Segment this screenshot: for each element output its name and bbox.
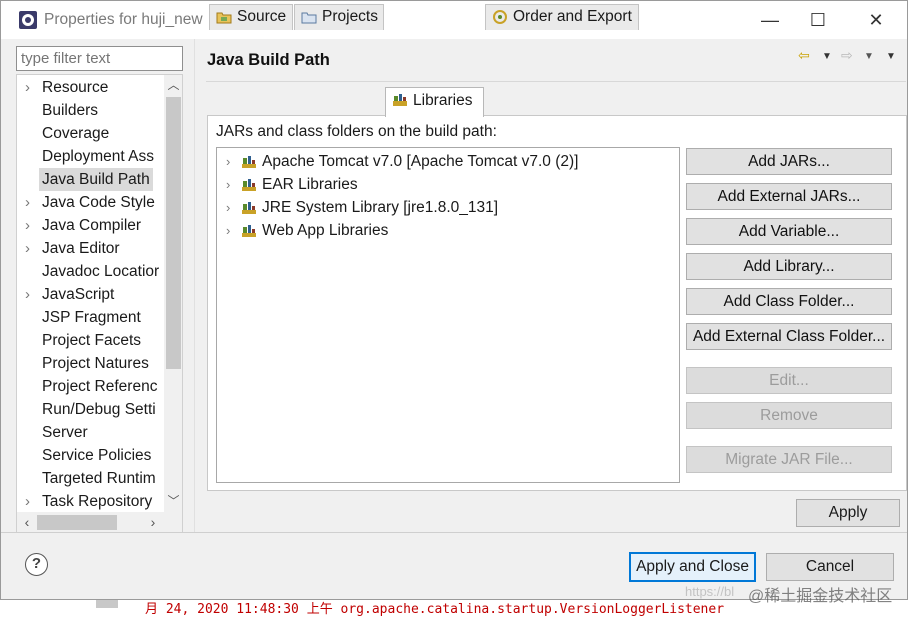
tab-projects[interactable]: Projects bbox=[294, 4, 384, 30]
tree-item-label: Java Code Style bbox=[42, 194, 155, 211]
tree-item-label: Targeted Runtim bbox=[42, 470, 156, 487]
tree-item-label: Coverage bbox=[42, 125, 110, 142]
tab-source[interactable]: Source bbox=[209, 4, 293, 30]
chevron-right-icon[interactable]: › bbox=[226, 150, 230, 173]
chevron-right-icon[interactable]: › bbox=[226, 196, 230, 219]
chevron-right-icon[interactable]: › bbox=[25, 237, 30, 260]
library-label: Web App Libraries bbox=[262, 222, 389, 239]
library-row[interactable]: › Apache Tomcat v7.0 [Apache Tomcat v7.0 … bbox=[217, 150, 677, 173]
tree-item-label: Resource bbox=[42, 79, 109, 96]
chevron-right-icon[interactable]: › bbox=[25, 214, 30, 237]
watermark: @稀土掘金技术社区 bbox=[748, 588, 893, 605]
tree-item-label: JavaScript bbox=[42, 286, 115, 303]
tree-item-label: Javadoc Locatior bbox=[42, 263, 160, 280]
add-external-class-folder-button[interactable]: Add External Class Folder... bbox=[686, 323, 892, 350]
order-export-icon bbox=[493, 10, 507, 24]
tree-item-label: Java Build Path bbox=[39, 168, 153, 191]
history-navigation: ⇦ ▼ ⇨ ▼ ▼ bbox=[796, 47, 901, 69]
help-icon[interactable]: ? bbox=[25, 553, 48, 576]
close-icon: ✕ bbox=[868, 9, 884, 30]
tree-item-label: Project Natures bbox=[42, 355, 149, 372]
eclipse-icon bbox=[19, 11, 37, 29]
libraries-panel: JARs and class folders on the build path… bbox=[207, 115, 907, 491]
library-row[interactable]: › JRE System Library [jre1.8.0_131] bbox=[217, 196, 677, 219]
chevron-right-icon[interactable]: › bbox=[226, 173, 230, 196]
tree-item-label: Task Repository bbox=[42, 493, 153, 510]
library-label: JRE System Library [jre1.8.0_131] bbox=[262, 199, 499, 216]
library-icon bbox=[242, 179, 256, 191]
scroll-right-icon[interactable]: › bbox=[143, 512, 163, 532]
scroll-down-icon[interactable]: ﹀ bbox=[164, 491, 182, 511]
forward-arrow-icon[interactable]: ⇨ bbox=[841, 47, 853, 64]
header-separator bbox=[206, 81, 906, 82]
library-icon bbox=[242, 156, 256, 168]
add-library-button[interactable]: Add Library... bbox=[686, 253, 892, 280]
tree-item-label: Run/Debug Setti bbox=[42, 401, 156, 418]
forward-dropdown-icon[interactable]: ▼ bbox=[864, 51, 874, 62]
tab-order-and-export[interactable]: Order and Export bbox=[485, 4, 639, 30]
tree-item-label: Java Compiler bbox=[42, 217, 142, 234]
minimize-icon: — bbox=[761, 9, 779, 30]
tree-item-label: Builders bbox=[42, 102, 98, 119]
add-external-jars-button[interactable]: Add External JARs... bbox=[686, 183, 892, 210]
tree-item-label: Deployment Ass bbox=[42, 148, 154, 165]
tree-item-label: Project Facets bbox=[42, 332, 142, 349]
back-dropdown-icon[interactable]: ▼ bbox=[822, 51, 832, 62]
chevron-right-icon[interactable]: › bbox=[25, 76, 30, 99]
library-icon bbox=[242, 225, 256, 237]
apply-button[interactable]: Apply bbox=[796, 499, 900, 527]
edit-button[interactable]: Edit... bbox=[686, 367, 892, 394]
tree-item-label: Java Editor bbox=[42, 240, 120, 257]
add-class-folder-button[interactable]: Add Class Folder... bbox=[686, 288, 892, 315]
library-row[interactable]: › EAR Libraries bbox=[217, 173, 677, 196]
scroll-thumb[interactable] bbox=[166, 97, 181, 369]
cancel-button[interactable]: Cancel bbox=[766, 553, 894, 581]
title-bar: Properties for huji_new — ☐ ✕ bbox=[1, 1, 907, 39]
watermark-url: https://bl bbox=[685, 584, 735, 599]
projects-icon bbox=[301, 12, 317, 24]
back-arrow-icon[interactable]: ⇦ bbox=[798, 47, 810, 64]
chevron-right-icon[interactable]: › bbox=[226, 219, 230, 242]
minimize-button[interactable]: — bbox=[747, 1, 793, 39]
properties-tree[interactable]: › Resource Builders Coverage Deployment Ass J… bbox=[16, 74, 183, 533]
chevron-right-icon[interactable]: › bbox=[25, 490, 30, 513]
window-title: Properties for huji_new bbox=[44, 11, 203, 28]
add-variable-button[interactable]: Add Variable... bbox=[686, 218, 892, 245]
libraries-icon bbox=[393, 94, 407, 106]
library-row[interactable]: › Web App Libraries bbox=[217, 219, 677, 242]
page-title: Java Build Path bbox=[207, 51, 330, 69]
library-tree[interactable]: › Apache Tomcat v7.0 [Apache Tomcat v7.0 … bbox=[216, 147, 680, 483]
maximize-icon: ☐ bbox=[809, 9, 827, 30]
scroll-up-icon[interactable]: ︿ bbox=[164, 75, 182, 95]
background-strip bbox=[96, 600, 118, 608]
library-icon bbox=[242, 202, 256, 214]
panel-caption: JARs and class folders on the build path… bbox=[216, 123, 497, 140]
chevron-right-icon[interactable]: › bbox=[25, 283, 30, 306]
source-folder-icon bbox=[216, 12, 232, 24]
footer-separator bbox=[1, 532, 907, 533]
migrate-jar-button[interactable]: Migrate JAR File... bbox=[686, 446, 892, 473]
tree-vertical-scrollbar[interactable]: ︿ ﹀ bbox=[164, 75, 182, 512]
tree-item-label: JSP Fragment bbox=[42, 309, 141, 326]
tree-horizontal-scrollbar[interactable]: ‹ › bbox=[17, 512, 182, 532]
maximize-button[interactable]: ☐ bbox=[795, 1, 841, 39]
tree-item-label: Server bbox=[42, 424, 88, 441]
filter-input[interactable] bbox=[16, 46, 183, 71]
properties-dialog: Properties for huji_new — ☐ ✕ › Resource B… bbox=[0, 0, 908, 600]
library-label: Apache Tomcat v7.0 [Apache Tomcat v7.0 (… bbox=[262, 153, 579, 170]
pane-divider[interactable] bbox=[194, 39, 195, 533]
close-button[interactable]: ✕ bbox=[853, 1, 899, 39]
remove-button[interactable]: Remove bbox=[686, 402, 892, 429]
add-jars-button[interactable]: Add JARs... bbox=[686, 148, 892, 175]
tree-item-label: Service Policies bbox=[42, 447, 152, 464]
chevron-right-icon[interactable]: › bbox=[25, 191, 30, 214]
library-label: EAR Libraries bbox=[262, 176, 358, 193]
tree-item-label: Project Referenc bbox=[42, 378, 158, 395]
scroll-thumb-horizontal[interactable] bbox=[37, 515, 117, 530]
tab-libraries[interactable]: Libraries bbox=[385, 87, 484, 117]
scroll-left-icon[interactable]: ‹ bbox=[17, 512, 37, 532]
view-menu-icon[interactable]: ▼ bbox=[886, 51, 896, 62]
apply-and-close-button[interactable]: Apply and Close bbox=[629, 552, 756, 582]
